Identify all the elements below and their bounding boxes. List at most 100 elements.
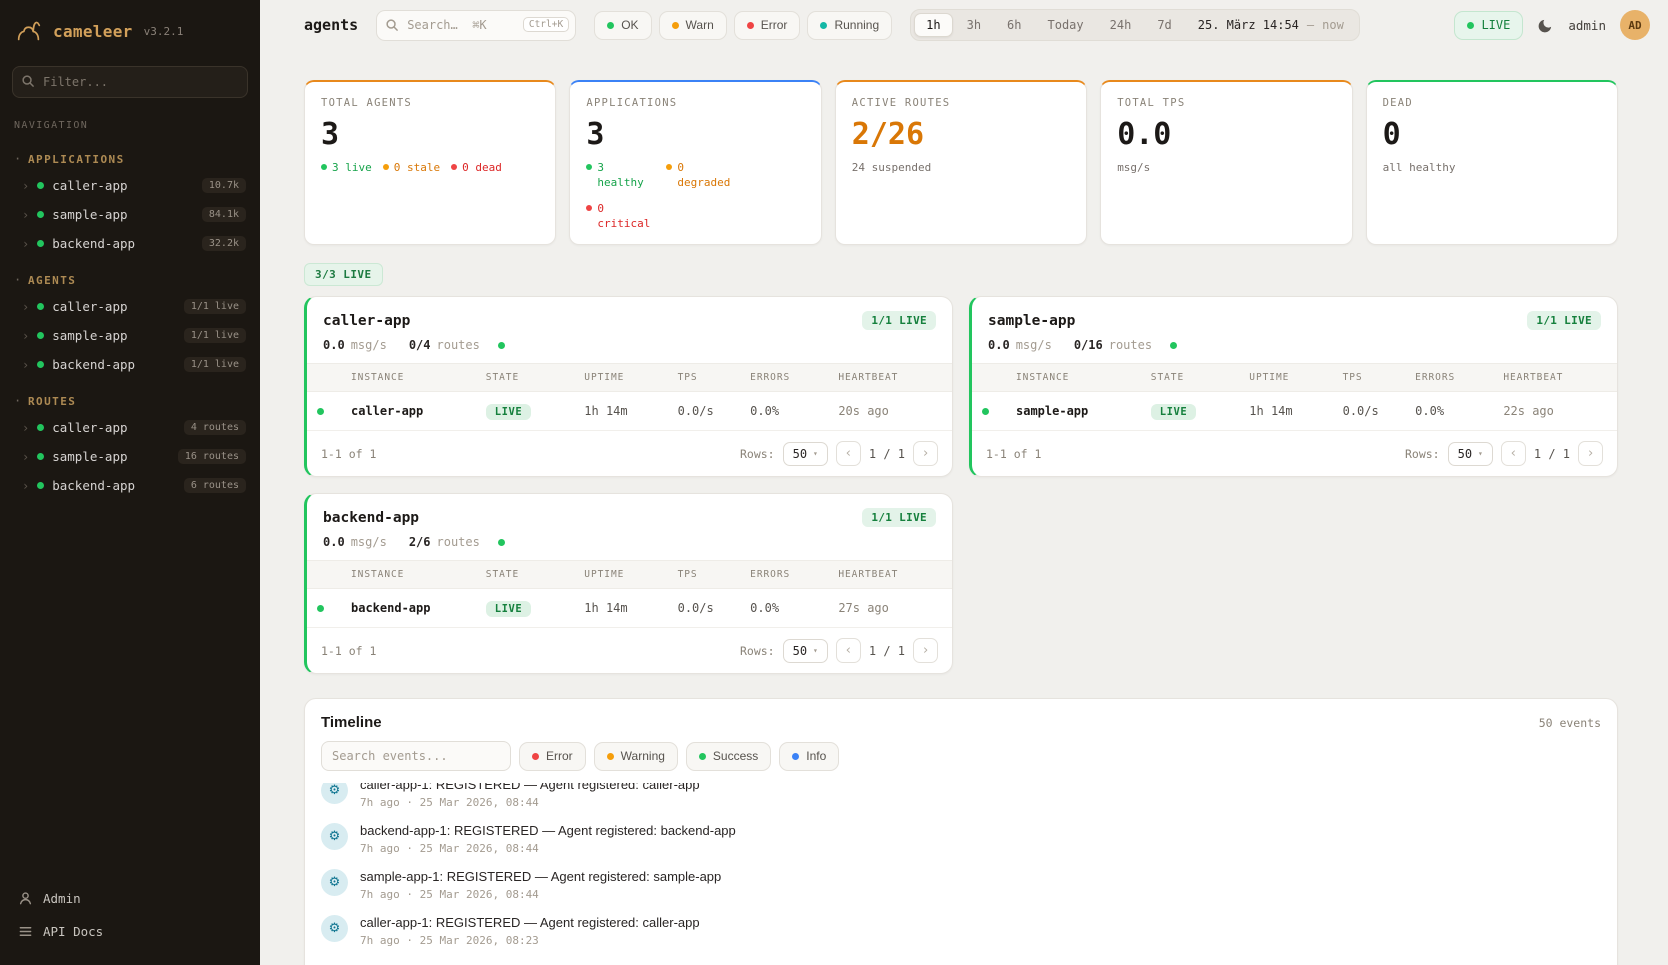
app-card-caller-app: caller-app 1/1 LIVE 0.0 msg/s 0/4 routes… — [304, 296, 953, 477]
gear-icon: ⚙ — [321, 915, 348, 942]
app-logo[interactable]: cameleer v3.2.1 — [0, 0, 260, 58]
prev-page-button[interactable]: ‹ — [836, 441, 861, 466]
state-badge: LIVE — [486, 601, 531, 617]
range-button-1h[interactable]: 1h — [914, 13, 952, 37]
range-button-7d[interactable]: 7d — [1145, 13, 1183, 37]
rows-per-page-select[interactable]: 50▾ — [1448, 442, 1493, 466]
prev-page-button[interactable]: ‹ — [1501, 441, 1526, 466]
chevron-right-icon: › — [22, 237, 29, 251]
count-badge: 10.7k — [202, 178, 246, 193]
table-row[interactable]: caller-app LIVE 1h 14m 0.0/s 0.0% 20s ag… — [307, 392, 952, 431]
count-badge: 1/1 live — [184, 328, 246, 343]
dark-mode-toggle[interactable] — [1537, 17, 1554, 34]
table-header: INSTANCE STATE UPTIME TPS ERRORS HEARTBE… — [307, 363, 952, 392]
timeline-card: Timeline 50 events Error Warning Success — [304, 698, 1618, 965]
filter-chip-warn[interactable]: Warn — [659, 11, 727, 40]
app-card-stats: 0.0 msg/s 0/4 routes — [307, 338, 952, 363]
sidebar-item-applications-backend-app[interactable]: › backend-app 32.2k — [0, 229, 260, 258]
timeline-filter-info[interactable]: Info — [779, 742, 839, 771]
sidebar-item-agents-sample-app[interactable]: › sample-app 1/1 live — [0, 321, 260, 350]
timeline-event[interactable]: ⚙ caller-app-1: REGISTERED — Agent regis… — [321, 783, 1601, 816]
prev-page-button[interactable]: ‹ — [836, 638, 861, 663]
range-button-3h[interactable]: 3h — [955, 13, 993, 37]
app-cards-grid: caller-app 1/1 LIVE 0.0 msg/s 0/4 routes… — [304, 296, 1618, 674]
card-applications: APPLICATIONS 3 3 healthy 0 degraded 0 cr… — [569, 80, 821, 245]
user-avatar[interactable]: AD — [1620, 10, 1650, 40]
live-dot-icon — [1467, 22, 1474, 29]
table-footer: 1-1 of 1 Rows: 50▾ ‹ 1 / 1 › — [972, 431, 1617, 476]
state-badge: LIVE — [1151, 404, 1196, 420]
page-indicator: 1 / 1 — [1534, 447, 1570, 461]
datetime-label: 25. März 14:54 — [1198, 18, 1299, 32]
chevron-right-icon: › — [22, 421, 29, 435]
status-dot-icon — [37, 424, 44, 431]
count-badge: 6 routes — [184, 478, 246, 493]
now-label: now — [1322, 18, 1344, 32]
timeline-filter-success[interactable]: Success — [686, 742, 771, 771]
state-badge: LIVE — [486, 404, 531, 420]
card-value: 2/26 — [852, 117, 1070, 152]
app-card-title[interactable]: caller-app — [323, 313, 410, 329]
sidebar-item-applications-sample-app[interactable]: › sample-app 84.1k — [0, 200, 260, 229]
sidebar-section-routes: · ROUTES › caller-app 4 routes › sample-… — [0, 389, 260, 500]
table-row[interactable]: backend-app LIVE 1h 14m 0.0/s 0.0% 27s a… — [307, 589, 952, 628]
status-dot-icon — [37, 332, 44, 339]
next-page-button[interactable]: › — [1578, 441, 1603, 466]
sparkline-dot-icon — [498, 342, 505, 349]
gear-icon: ⚙ — [321, 869, 348, 896]
sidebar-item-agents-backend-app[interactable]: › backend-app 1/1 live — [0, 350, 260, 379]
page-title: agents — [304, 16, 358, 34]
range-button-today[interactable]: Today — [1036, 13, 1096, 37]
sidebar-filter-input[interactable] — [12, 66, 248, 98]
timeline-event[interactable]: ⚙ sample-app-1: REGISTERED — Agent regis… — [321, 862, 1601, 908]
rows-per-page-select[interactable]: 50▾ — [783, 639, 828, 663]
status-filter-chips: OK Warn Error Running — [594, 11, 892, 40]
app-card-header: caller-app 1/1 LIVE — [307, 297, 952, 338]
sidebar-section-header-routes[interactable]: · ROUTES — [0, 389, 260, 413]
page-indicator: 1 / 1 — [869, 644, 905, 658]
sidebar-item-agents-caller-app[interactable]: › caller-app 1/1 live — [0, 292, 260, 321]
filter-chip-error[interactable]: Error — [734, 11, 801, 40]
sidebar-item-routes-caller-app[interactable]: › caller-app 4 routes — [0, 413, 260, 442]
sidebar-item-api-docs[interactable]: API Docs — [14, 918, 246, 945]
range-button-6h[interactable]: 6h — [995, 13, 1033, 37]
chevron-right-icon: › — [22, 479, 29, 493]
api-docs-label: API Docs — [43, 924, 103, 939]
timeline-event-count: 50 events — [1539, 716, 1601, 730]
status-dot-icon — [586, 205, 592, 211]
sidebar-item-routes-sample-app[interactable]: › sample-app 16 routes — [0, 442, 260, 471]
card-value: 3 — [321, 117, 539, 152]
sidebar-item-admin[interactable]: Admin — [14, 885, 246, 912]
chevron-right-icon: › — [22, 208, 29, 222]
sidebar-section-header-applications[interactable]: · APPLICATIONS — [0, 147, 260, 171]
search-icon — [385, 18, 399, 36]
sidebar-section-header-agents[interactable]: · AGENTS — [0, 268, 260, 292]
card-meta: 3 live 0 stale 0 dead — [321, 161, 539, 174]
app-card-title[interactable]: backend-app — [323, 510, 419, 526]
global-search: Ctrl+K — [376, 10, 576, 41]
timeline-event-list[interactable]: ⚙ caller-app-1: REGISTERED — Agent regis… — [305, 783, 1617, 965]
card-value: 0 — [1383, 117, 1601, 152]
card-value: 0.0 — [1117, 117, 1335, 152]
range-button-24h[interactable]: 24h — [1098, 13, 1144, 37]
topbar: agents Ctrl+K OK Warn Error Ru — [260, 0, 1668, 50]
timeline-filter-warning[interactable]: Warning — [594, 742, 678, 771]
next-page-button[interactable]: › — [913, 638, 938, 663]
timeline-search-input[interactable] — [321, 741, 511, 771]
filter-chip-ok[interactable]: OK — [594, 11, 651, 40]
dash-separator: — — [1307, 18, 1314, 32]
sidebar-item-routes-backend-app[interactable]: › backend-app 6 routes — [0, 471, 260, 500]
card-title: TOTAL AGENTS — [321, 97, 539, 109]
sidebar-section-agents: · AGENTS › caller-app 1/1 live › sample-… — [0, 268, 260, 379]
sidebar-section-applications: · APPLICATIONS › caller-app 10.7k › samp… — [0, 147, 260, 258]
filter-chip-running[interactable]: Running — [807, 11, 892, 40]
timeline-filter-error[interactable]: Error — [519, 742, 586, 771]
next-page-button[interactable]: › — [913, 441, 938, 466]
rows-per-page-select[interactable]: 50▾ — [783, 442, 828, 466]
ok-dot-icon — [607, 22, 614, 29]
app-card-title[interactable]: sample-app — [988, 313, 1075, 329]
sidebar-item-applications-caller-app[interactable]: › caller-app 10.7k — [0, 171, 260, 200]
table-row[interactable]: sample-app LIVE 1h 14m 0.0/s 0.0% 22s ag… — [972, 392, 1617, 431]
timeline-event[interactable]: ⚙ caller-app-1: REGISTERED — Agent regis… — [321, 908, 1601, 954]
timeline-event[interactable]: ⚙ backend-app-1: REGISTERED — Agent regi… — [321, 816, 1601, 862]
